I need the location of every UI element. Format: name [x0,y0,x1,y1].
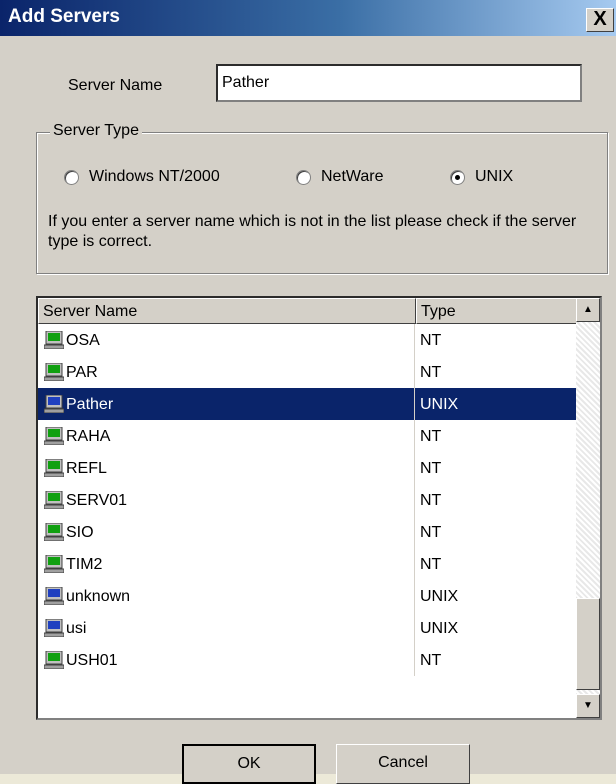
radio-unix[interactable]: UNIX [450,168,513,186]
computer-icon [43,618,65,638]
computer-icon [43,650,65,670]
server-row[interactable]: SIO NT [38,516,578,548]
add-servers-dialog: Add Servers X Server Name Server Type Wi… [0,0,616,784]
column-divider [414,612,415,644]
server-name-cell: TIM2 [66,556,103,573]
server-name-cell: SERV01 [66,492,128,509]
server-row[interactable]: TIM2 NT [38,548,578,580]
column-divider [414,516,415,548]
computer-icon [43,458,65,478]
radio-selected-icon [450,169,465,185]
server-type-cell: NT [420,332,442,349]
computer-icon [43,394,65,414]
server-row[interactable]: REFL NT [38,452,578,484]
dialog-title: Add Servers [8,6,120,27]
column-header-server-name[interactable]: Server Name [38,298,416,324]
server-row[interactable]: SERV01 NT [38,484,578,516]
server-name-cell: USH01 [66,652,118,669]
server-row[interactable]: USH01 NT [38,644,578,676]
server-type-cell: NT [420,460,442,477]
radio-icon [296,169,311,185]
computer-icon [43,330,65,350]
server-row[interactable]: PAR NT [38,356,578,388]
server-name-cell: RAHA [66,428,111,445]
computer-icon [43,554,65,574]
server-row[interactable]: RAHA NT [38,420,578,452]
server-type-cell: NT [420,556,442,573]
column-divider [414,580,415,612]
radio-windows-nt-label: Windows NT/2000 [89,168,220,185]
title-bar: Add Servers X [0,0,616,36]
server-type-hint: If you enter a server name which is not … [48,213,577,250]
server-name-cell: OSA [66,332,100,349]
server-name-label: Server Name [68,77,163,94]
computer-icon [43,586,65,606]
column-divider [414,548,415,580]
scroll-up-button[interactable]: ▲ [576,298,600,322]
arrow-up-icon: ▲ [583,304,593,315]
server-type-group [36,132,608,274]
close-icon: X [593,8,607,30]
radio-icon [64,169,79,185]
server-type-cell: NT [420,428,442,445]
server-row[interactable]: OSA NT [38,324,578,356]
server-row[interactable]: Pather UNIX [38,388,578,420]
vertical-scrollbar[interactable]: ▲ ▼ [576,298,600,718]
server-type-cell: NT [420,364,442,381]
radio-netware[interactable]: NetWare [296,168,384,186]
computer-icon [43,362,65,382]
server-name-cell: unknown [66,588,131,605]
radio-windows-nt[interactable]: Windows NT/2000 [64,168,220,186]
radio-netware-label: NetWare [321,168,384,185]
server-name-cell: SIO [66,524,94,541]
server-row[interactable]: unknown UNIX [38,580,578,612]
scroll-down-button[interactable]: ▼ [576,694,600,718]
server-name-cell: PAR [66,364,98,381]
computer-icon [43,426,65,446]
server-type-cell: NT [420,652,442,669]
arrow-down-icon: ▼ [583,700,593,711]
server-type-cell: NT [420,524,442,541]
column-divider [414,452,415,484]
close-button[interactable]: X [586,8,614,32]
scroll-thumb[interactable] [576,598,600,690]
server-name-cell: usi [66,620,87,637]
computer-icon [43,522,65,542]
column-divider [414,644,415,676]
server-type-cell: UNIX [420,396,459,413]
column-divider [414,324,415,356]
radio-unix-label: UNIX [475,168,514,185]
server-name-input[interactable] [216,64,582,102]
column-divider [414,484,415,516]
cancel-button[interactable]: Cancel [336,744,470,784]
server-type-cell: NT [420,492,442,509]
server-name-cell: Pather [66,396,114,413]
server-row[interactable]: usi UNIX [38,612,578,644]
column-header-type[interactable]: Type [416,298,578,324]
column-divider [414,420,415,452]
column-divider [414,388,415,420]
server-type-legend: Server Type [50,122,142,140]
server-type-cell: UNIX [420,620,459,637]
ok-button[interactable]: OK [182,744,316,784]
server-list[interactable]: Server Name Type OSA NT PAR NT Pather UNIX RAH… [36,296,602,720]
column-divider [414,356,415,388]
server-type-cell: UNIX [420,588,459,605]
computer-icon [43,490,65,510]
server-name-cell: REFL [66,460,107,477]
